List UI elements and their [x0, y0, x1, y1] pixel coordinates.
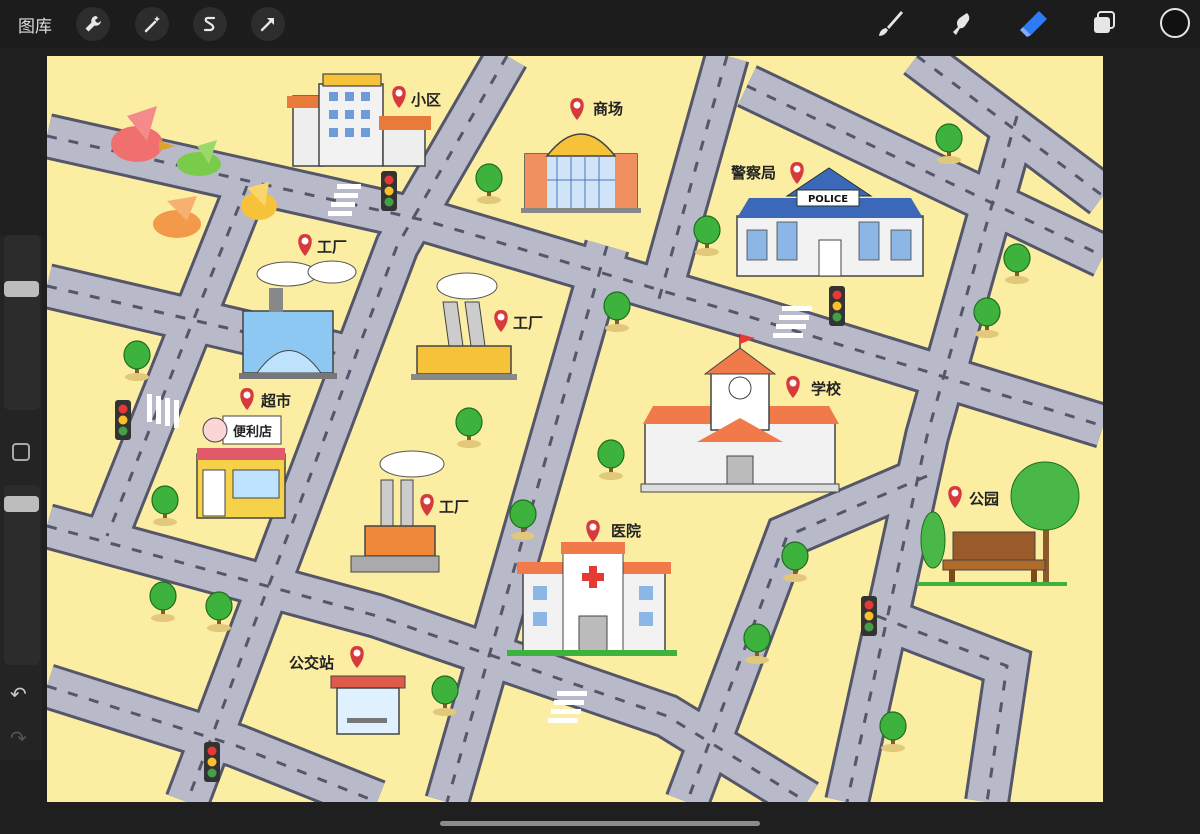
- gallery-button[interactable]: 图库: [18, 12, 52, 37]
- layers-icon[interactable]: [1087, 6, 1121, 40]
- traffic-light-icon: [115, 400, 131, 440]
- adjustments-wand-icon[interactable]: [135, 7, 169, 41]
- modify-button[interactable]: [12, 443, 30, 461]
- brush-size-thumb[interactable]: [4, 281, 39, 297]
- traffic-light-icon: [381, 171, 397, 211]
- undo-icon[interactable]: ↶: [10, 682, 27, 706]
- bus-stop-icon: [330, 675, 406, 735]
- eraser-icon[interactable]: [1016, 6, 1050, 40]
- label-hospital: 医院: [611, 522, 641, 540]
- label-police-station: 警察局: [730, 164, 776, 182]
- label-school: 学校: [811, 380, 842, 398]
- label-factory-3: 工厂: [439, 498, 469, 516]
- actions-wrench-icon[interactable]: [76, 7, 110, 41]
- transform-arrow-icon[interactable]: [251, 7, 285, 41]
- label-factory-2: 工厂: [513, 314, 543, 332]
- traffic-light-icon: [204, 742, 220, 782]
- police-sign: POLICE: [808, 194, 848, 205]
- drawing-canvas[interactable]: 小区 商场 POLICE 警察局 工厂 工厂 工厂 便利店 超市 学校 公园 医…: [47, 56, 1103, 802]
- smudge-icon[interactable]: [944, 6, 978, 40]
- label-supermarket: 超市: [260, 392, 291, 410]
- label-factory-1: 工厂: [317, 238, 347, 256]
- opacity-thumb[interactable]: [4, 496, 39, 512]
- top-toolbar: 图库: [0, 0, 1200, 48]
- color-picker-swatch[interactable]: [1160, 8, 1190, 38]
- opacity-slider[interactable]: [4, 485, 40, 665]
- traffic-light-icon: [861, 596, 877, 636]
- label-bus-stop: 公交站: [289, 654, 334, 672]
- brush-icon[interactable]: [873, 6, 907, 40]
- traffic-light-icon: [829, 286, 845, 326]
- supermarket-icon: 便利店: [196, 415, 286, 519]
- label-residential: 小区: [411, 91, 441, 109]
- label-mall: 商场: [593, 100, 623, 118]
- convenience-store-sign: 便利店: [233, 424, 272, 440]
- selection-s-icon[interactable]: [193, 7, 227, 41]
- brush-size-slider[interactable]: [4, 235, 40, 410]
- redo-icon[interactable]: ↷: [10, 726, 27, 750]
- label-park: 公园: [969, 490, 999, 508]
- home-indicator[interactable]: [440, 821, 760, 826]
